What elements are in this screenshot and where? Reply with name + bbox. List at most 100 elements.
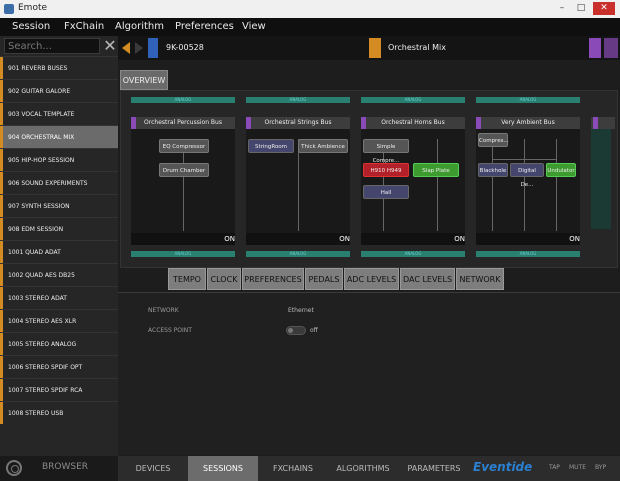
list-item[interactable]: 901 REVERB BUSES	[0, 56, 118, 79]
list-item[interactable]: 1001 QUAD ADAT	[0, 240, 118, 263]
menu-view[interactable]: View	[242, 21, 266, 32]
list-item[interactable]: 908 EDM SESSION	[0, 217, 118, 240]
access-point-label: ACCESS POINT	[148, 327, 192, 334]
bottom-nav: DEVICES SESSIONS FXCHAINS ALGORITHMS PAR…	[118, 456, 620, 481]
analog-output-label: ANALOG	[476, 251, 580, 257]
nav-algorithms[interactable]: ALGORITHMS	[328, 456, 398, 481]
search-input[interactable]: Search...	[4, 38, 100, 54]
sidebar-footer: BROWSER	[0, 456, 118, 481]
bus-color-tag	[246, 117, 251, 129]
minimize-button[interactable]: –	[554, 2, 570, 15]
fx-block[interactable]: Blackhole	[478, 163, 508, 177]
bus-card-partial[interactable]	[591, 97, 615, 257]
nav-parameters[interactable]: PARAMETERS	[398, 456, 470, 481]
list-item-label: 902 GUITAR GALORE	[8, 88, 71, 95]
bus-card[interactable]: ANALOG Orchestral Strings Bus StringRoom…	[246, 97, 354, 257]
tab-preferences[interactable]: PREFERENCES	[242, 268, 304, 290]
fx-block[interactable]: Compres...	[478, 133, 509, 147]
list-item-label: 906 SOUND EXPERIMENTS	[8, 180, 88, 187]
fx-block[interactable]: StringRoom	[248, 139, 294, 153]
fx-chain-panel: StringRoom Thick Ambience	[246, 129, 350, 237]
fx-block[interactable]: Digital De...	[510, 163, 544, 188]
bus-on-toggle[interactable]: ON	[224, 235, 235, 243]
next-arrow-icon[interactable]	[135, 42, 143, 54]
list-item[interactable]: 1008 STEREO USB	[0, 401, 118, 424]
network-label: NETWORK	[148, 307, 179, 314]
fx-chain-panel: EQ Compressor Drum Chamber	[131, 129, 235, 237]
menu-session[interactable]: Session	[12, 21, 50, 32]
list-item[interactable]: 902 GUITAR GALORE	[0, 79, 118, 102]
fx-block[interactable]: H910 H949	[363, 163, 409, 177]
analog-output-label: ANALOG	[246, 251, 350, 257]
list-item[interactable]: 1005 STEREO ANALOG	[0, 332, 118, 355]
title-bar: Emote – □ ✕	[0, 0, 620, 19]
browser-button[interactable]: BROWSER	[42, 462, 88, 472]
eventide-logo: Eventide	[473, 460, 533, 474]
tab-dac-levels[interactable]: DAC LEVELS	[400, 268, 455, 290]
nav-devices[interactable]: DEVICES	[118, 456, 188, 481]
bus-name: Orchestral Percussion Bus	[131, 117, 235, 129]
bus-card[interactable]: ANALOG Very Ambient Bus Compres... Black…	[476, 97, 584, 257]
access-point-toggle[interactable]	[286, 326, 306, 335]
menu-algorithm[interactable]: Algorithm	[115, 21, 164, 32]
maximize-button[interactable]: □	[573, 2, 589, 15]
fx-block[interactable]: Hall	[363, 185, 409, 199]
list-item[interactable]: 1004 STEREO AES XLR	[0, 309, 118, 332]
list-item[interactable]: 1002 QUAD AES DB25	[0, 263, 118, 286]
fx-block[interactable]: Thick Ambience	[298, 139, 348, 153]
mute-button[interactable]: MUTE	[569, 464, 586, 471]
nav-sessions[interactable]: SESSIONS	[188, 456, 258, 481]
menu-bar: Session FxChain Algorithm Preferences Vi…	[0, 18, 620, 36]
list-item[interactable]: 1007 STEREO SPDIF RCA	[0, 378, 118, 401]
tab-overview[interactable]: OVERVIEW	[120, 70, 168, 90]
device-color-swatch	[148, 38, 158, 58]
bus-name: Orchestral Horns Bus	[361, 117, 465, 129]
fx-block[interactable]: EQ Compressor	[159, 139, 209, 153]
list-item[interactable]: 903 VOCAL TEMPLATE	[0, 102, 118, 125]
list-item-label: 1002 QUAD AES DB25	[8, 272, 75, 279]
tab-adc-levels[interactable]: ADC LEVELS	[344, 268, 399, 290]
session-name[interactable]: Orchestral Mix	[388, 43, 446, 52]
list-item-label: 1005 STEREO ANALOG	[8, 341, 77, 348]
list-item[interactable]: 1003 STEREO ADAT	[0, 286, 118, 309]
fx-block[interactable]: Slap Plate	[413, 163, 459, 177]
overview-panel: ANALOG Orchestral Percussion Bus EQ Comp…	[120, 90, 618, 268]
tab-clock[interactable]: CLOCK	[207, 268, 241, 290]
list-item[interactable]: 907 SYNTH SESSION	[0, 194, 118, 217]
close-button[interactable]: ✕	[593, 2, 615, 15]
access-point-state: off	[310, 327, 318, 334]
tap-button[interactable]: TAP	[549, 464, 560, 471]
list-item[interactable]: 906 SOUND EXPERIMENTS	[0, 171, 118, 194]
tab-pedals[interactable]: PEDALS	[305, 268, 343, 290]
analog-output-label: ANALOG	[131, 251, 235, 257]
fx-block[interactable]: Undulator	[546, 163, 576, 177]
list-item[interactable]: 1006 STEREO SPDIF OPT	[0, 355, 118, 378]
network-value: Ethernet	[288, 307, 314, 314]
bus-on-toggle[interactable]: ON	[569, 235, 580, 243]
tab-network[interactable]: NETWORK	[456, 268, 504, 290]
item-color-bar	[0, 218, 3, 240]
fx-block[interactable]: Drum Chamber	[159, 163, 209, 177]
bus-on-toggle[interactable]: ON	[454, 235, 465, 243]
clear-search-icon[interactable]: ✕	[102, 37, 118, 55]
bypass-button[interactable]: BYP	[595, 464, 606, 471]
bus-color-tag	[593, 117, 598, 129]
list-item[interactable]: 905 HIP-HOP SESSION	[0, 148, 118, 171]
bus-card[interactable]: ANALOG Orchestral Percussion Bus EQ Comp…	[131, 97, 239, 257]
item-color-bar	[0, 195, 3, 217]
bus-card[interactable]: ANALOG Orchestral Horns Bus Simple Compr…	[361, 97, 469, 257]
item-color-bar	[0, 264, 3, 286]
item-color-bar	[0, 310, 3, 332]
bus-name-label: Orchestral Percussion Bus	[144, 119, 222, 126]
settings-icon[interactable]	[6, 460, 22, 476]
nav-fxchains[interactable]: FXCHAINS	[258, 456, 328, 481]
previous-arrow-icon[interactable]	[122, 42, 130, 54]
tab-tempo[interactable]: TEMPO	[168, 268, 206, 290]
menu-preferences[interactable]: Preferences	[175, 21, 234, 32]
bus-on-toggle[interactable]: ON	[339, 235, 350, 243]
bus-color-swatch	[604, 38, 618, 58]
list-item-selected[interactable]: 904 ORCHESTRAL MIX	[0, 125, 118, 148]
device-name[interactable]: 9K-00528	[166, 43, 204, 52]
menu-fxchain[interactable]: FxChain	[64, 21, 104, 32]
fx-block[interactable]: Simple Compre...	[363, 139, 409, 164]
